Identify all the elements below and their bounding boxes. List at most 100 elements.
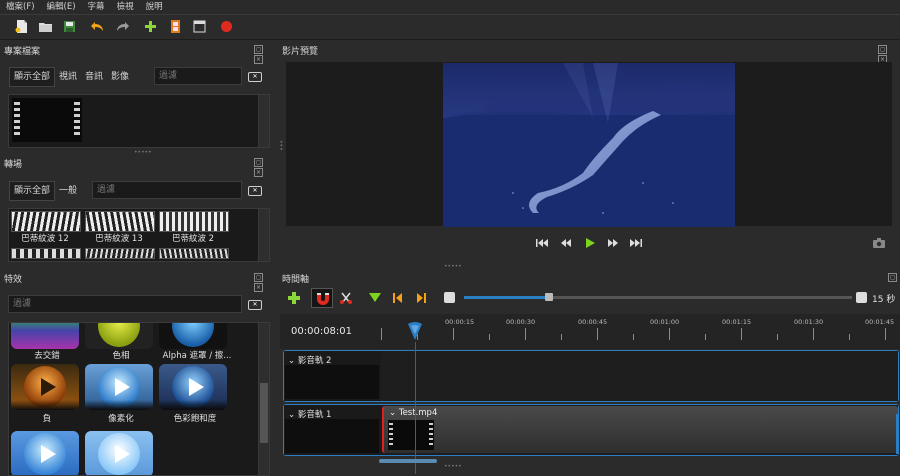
rewind-button[interactable] <box>560 238 572 251</box>
camera-icon[interactable] <box>873 238 885 251</box>
project-files-scrollbar[interactable] <box>258 95 269 147</box>
tab-audio[interactable]: 音訊 <box>81 68 107 86</box>
effect-label: 負 <box>42 414 52 424</box>
track-header-body <box>285 419 379 453</box>
video-thumbnail[interactable] <box>12 98 82 142</box>
menu-file[interactable]: 檔案(F) <box>0 0 41 14</box>
open-folder-icon[interactable] <box>38 19 53 34</box>
ruler-tick-mark <box>777 334 778 340</box>
effect-label: Alpha 遮罩 / 擦... <box>162 351 232 361</box>
ruler-tick-mark <box>525 328 526 340</box>
transition-thumbnail[interactable] <box>159 211 229 232</box>
tab-show-all[interactable]: 顯示全部 <box>9 67 56 87</box>
tab-video[interactable]: 視訊 <box>55 68 81 86</box>
panel-buttons: ◻× <box>254 44 274 64</box>
new-file-icon[interactable] <box>14 19 29 34</box>
transition-thumbnail[interactable] <box>85 211 155 232</box>
jump-end-button[interactable] <box>630 238 642 251</box>
jump-start-button[interactable] <box>536 238 548 251</box>
transitions-scrollbar[interactable] <box>258 209 269 261</box>
ruler-tick-label: 00:01:15 <box>722 318 752 326</box>
record-icon[interactable] <box>219 19 234 34</box>
fast-forward-button[interactable] <box>607 238 619 251</box>
zoom-slider-handle[interactable] <box>545 293 554 301</box>
clip-thumbnail <box>388 420 434 450</box>
close-icon[interactable]: × <box>254 283 263 292</box>
effect-thumbnail[interactable] <box>11 431 79 475</box>
transitions-tabs: 顯示全部 一般 <box>9 181 81 201</box>
effect-thumbnail[interactable] <box>85 323 153 349</box>
clip-title: ⌄ Test.mp4 <box>389 408 438 418</box>
tab-general[interactable]: 一般 <box>55 182 81 200</box>
ruler-tick-mark <box>705 334 706 340</box>
undo-icon[interactable] <box>90 19 105 34</box>
ruler-tick-mark <box>849 334 850 340</box>
clear-filter-icon[interactable]: ✕ <box>248 186 262 196</box>
track-row[interactable]: ⌄ 影音軌 2 <box>283 350 899 402</box>
effect-thumbnail[interactable] <box>11 323 79 349</box>
zoom-slider[interactable] <box>464 293 852 301</box>
vertical-scroll-indicator[interactable] <box>896 414 899 454</box>
razor-tool-icon[interactable] <box>340 292 352 307</box>
effect-thumbnail[interactable] <box>85 364 153 410</box>
effect-thumbnail[interactable] <box>159 323 227 349</box>
clear-filter-icon[interactable]: ✕ <box>248 300 262 310</box>
add-track-button[interactable] <box>288 292 300 307</box>
snap-toggle-button[interactable] <box>311 288 333 308</box>
project-files-panel: 專案檔案 ◻× 顯示全部 視訊 音訊 影像 過濾 ✕ ••••• <box>0 40 276 156</box>
transition-thumbnail[interactable] <box>11 211 81 232</box>
float-icon[interactable]: ◻ <box>888 273 897 282</box>
menu-help[interactable]: 說明 <box>140 0 169 14</box>
zoom-in-icon[interactable] <box>856 292 867 303</box>
effects-scrollbar[interactable] <box>258 323 269 475</box>
ruler-tick-label: 00:00:45 <box>578 318 608 326</box>
effect-thumbnail[interactable] <box>85 431 153 475</box>
close-icon[interactable]: × <box>254 55 263 64</box>
effect-thumbnail[interactable] <box>159 364 227 410</box>
transition-label: 巴蒂紋波 13 <box>95 234 143 244</box>
tab-image[interactable]: 影像 <box>107 68 133 86</box>
add-marker-icon[interactable] <box>369 293 381 306</box>
play-button[interactable] <box>584 237 596 252</box>
float-icon[interactable]: ◻ <box>254 45 263 54</box>
close-icon[interactable]: × <box>254 168 263 177</box>
previous-marker-icon[interactable] <box>392 292 404 307</box>
float-icon[interactable]: ◻ <box>254 273 263 282</box>
float-icon[interactable]: ◻ <box>254 158 263 167</box>
effects-filter-input[interactable]: 過濾 <box>8 295 242 313</box>
project-files-filter-input[interactable]: 過濾 <box>154 67 242 85</box>
menu-edit[interactable]: 編輯(E) <box>41 0 82 14</box>
track-lane[interactable] <box>381 351 898 401</box>
redo-icon[interactable] <box>115 19 130 34</box>
track-header: ⌄ 影音軌 1 <box>284 405 380 455</box>
transition-thumbnail[interactable] <box>85 248 155 259</box>
track-row[interactable]: ⌄ 影音軌 1 ⌄ Test.mp4 <box>283 404 899 456</box>
window-icon[interactable] <box>192 19 207 34</box>
transition-thumbnail[interactable] <box>11 248 81 259</box>
film-strip-icon[interactable] <box>168 19 183 34</box>
video-preview-title: 影片預覽 <box>282 47 319 57</box>
menu-subtitle[interactable]: 字幕 <box>82 0 111 14</box>
clear-filter-icon[interactable]: ✕ <box>248 72 262 82</box>
add-icon[interactable] <box>143 19 158 34</box>
transitions-filter-input[interactable]: 過濾 <box>92 181 242 199</box>
ruler-tick-label: 00:00:15 <box>445 318 475 326</box>
transition-thumbnail[interactable] <box>159 248 229 259</box>
zoom-out-icon[interactable] <box>444 292 455 303</box>
menu-view[interactable]: 檢視 <box>111 0 140 14</box>
save-icon[interactable] <box>62 19 77 34</box>
tab-show-all[interactable]: 顯示全部 <box>9 181 56 201</box>
transition-label: 巴蒂紋波 2 <box>171 234 215 244</box>
video-frame-image <box>443 63 735 227</box>
next-marker-icon[interactable] <box>415 292 427 307</box>
effect-thumbnail[interactable] <box>11 364 79 410</box>
timeline-horizontal-scrollbar[interactable] <box>379 459 437 463</box>
float-icon[interactable]: ◻ <box>878 45 887 54</box>
track-lane[interactable]: ⌄ Test.mp4 <box>381 405 898 455</box>
ruler-tick-mark <box>669 328 670 340</box>
transition-label: 巴蒂紋波 12 <box>21 234 69 244</box>
video-clip[interactable]: ⌄ Test.mp4 <box>382 406 898 453</box>
timeline-ruler[interactable]: 00:00:08:01 00:00:15 00:00:30 00:00:45 0… <box>280 314 900 349</box>
panel-buttons: ◻× <box>254 272 274 292</box>
splitter-handle[interactable]: ••••• <box>444 463 462 470</box>
